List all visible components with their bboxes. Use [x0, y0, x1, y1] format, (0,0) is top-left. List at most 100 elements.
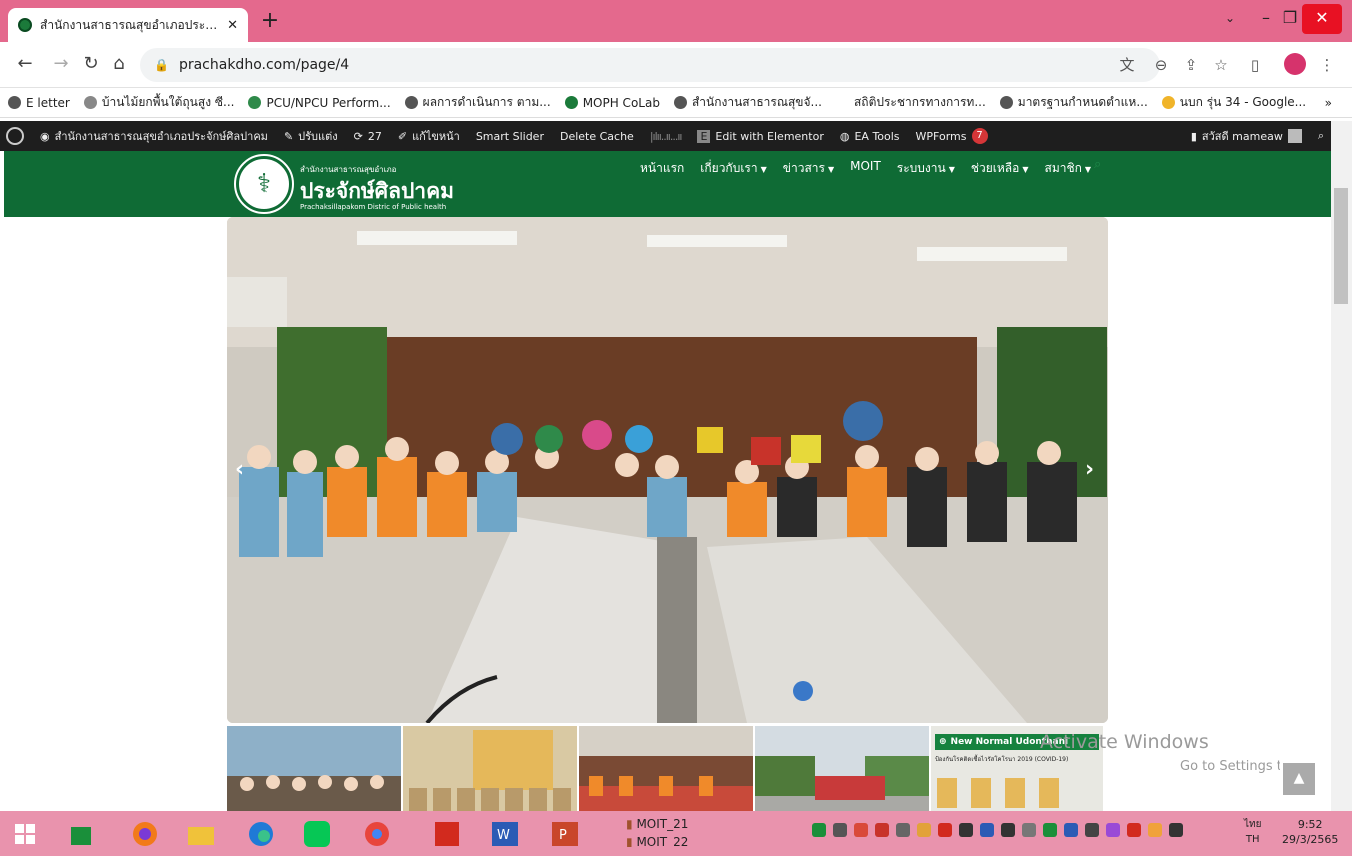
tray-icon[interactable] — [896, 823, 910, 837]
admin-wpforms[interactable]: WPForms 7 — [916, 128, 988, 144]
bookmark-star-icon[interactable]: ☆ — [1210, 54, 1232, 76]
nav-item-label: เกี่ยวกับเรา — [700, 161, 758, 175]
tab-search-chevron-icon[interactable]: ⌄ — [1210, 4, 1250, 34]
bookmark-item[interactable]: สถิติประชากรทางการท... — [835, 93, 986, 112]
profile-avatar[interactable] — [1284, 53, 1306, 75]
nav-search-icon[interactable]: ⌕ — [1094, 157, 1101, 172]
admin-account[interactable]: ▮ สวัสดี mameaw — [1191, 127, 1302, 145]
nav-item-label: ช่วยเหลือ — [970, 161, 1020, 175]
chrome-icon[interactable] — [360, 817, 394, 851]
tray-icon[interactable] — [1022, 823, 1036, 837]
slider-thumb-1[interactable] — [227, 726, 401, 816]
logo-english: Prachaksillapakom Distric of Public heal… — [300, 203, 447, 211]
slider-next-icon[interactable]: › — [1085, 457, 1094, 482]
tray-icon[interactable] — [938, 823, 952, 837]
admin-updates[interactable]: ⟳ 27 — [354, 130, 382, 143]
menu-kebab-icon[interactable]: ⋮ — [1316, 54, 1338, 76]
scroll-to-top-button[interactable]: ▲ — [1283, 763, 1315, 795]
nvidia-tray-icon[interactable] — [812, 823, 826, 837]
admin-ea-tools[interactable]: ◍ EA Tools — [840, 130, 900, 143]
bookmark-item[interactable]: สำนักงานสาธารณสุขจั... — [673, 93, 822, 112]
translate-icon[interactable]: 文 — [1116, 54, 1138, 76]
bookmark-item[interactable]: มาตรฐานกำหนดตำแห... — [999, 93, 1148, 112]
bookmark-item[interactable]: MOPH CoLab — [564, 96, 660, 110]
slider-thumb-4[interactable] — [755, 726, 929, 816]
forward-arrow-icon[interactable]: → — [48, 52, 74, 78]
tray-icon[interactable] — [1085, 823, 1099, 837]
tray-icon[interactable] — [1064, 823, 1078, 837]
reload-icon[interactable]: ↻ — [78, 52, 104, 78]
zoom-icon[interactable]: ⊖ — [1150, 54, 1172, 76]
slide-photo — [227, 217, 1108, 723]
network-icon[interactable] — [959, 823, 973, 837]
edge-icon[interactable] — [244, 817, 278, 851]
new-tab-button[interactable]: + — [258, 10, 282, 34]
slider-thumb-2[interactable] — [403, 726, 577, 816]
word-icon[interactable]: W — [488, 817, 522, 851]
bookmark-favicon-icon — [673, 96, 687, 109]
bookmark-item[interactable]: E letter — [8, 96, 70, 110]
nav-item[interactable]: MOIT — [850, 159, 881, 178]
nav-item[interactable]: สมาชิก ▼ — [1045, 159, 1092, 178]
tray-icon[interactable] — [833, 823, 847, 837]
wordpress-logo-icon[interactable] — [6, 127, 24, 145]
tray-icon[interactable] — [854, 823, 868, 837]
bookmark-item[interactable]: ผลการดำเนินการ ตาม... — [404, 93, 551, 112]
close-window-button[interactable]: ✕ — [1302, 4, 1342, 34]
tray-icon[interactable] — [1148, 823, 1162, 837]
tray-icon[interactable] — [1043, 823, 1057, 837]
nav-item[interactable]: เกี่ยวกับเรา ▼ — [700, 159, 766, 178]
hero-slider: ‹ › — [227, 217, 1108, 723]
bookmark-label: บ้านไม้ยกพื้นใต้ถุนสูง ซี... — [101, 95, 235, 109]
store-icon[interactable] — [64, 817, 98, 851]
taskbar-file-2[interactable]: ▮ MOIT_22 — [626, 833, 688, 847]
bookmarks-more-button[interactable]: » — [1325, 96, 1332, 110]
file-icon: ▮ — [626, 817, 633, 831]
admin-search-icon[interactable]: ⌕ — [1318, 129, 1324, 143]
admin-customize[interactable]: ✎ ปรับแต่ง — [284, 127, 338, 145]
query-monitor-graph-icon[interactable]: |ılıı..ıı...ıı — [650, 130, 683, 143]
powerpoint-icon[interactable]: P — [548, 817, 582, 851]
browser-tab[interactable]: สำนักงานสาธารณสุขอำเภอประจักษ์ศิล ✕ — [8, 8, 248, 42]
language-indicator[interactable]: ไทย TH — [1244, 817, 1261, 847]
acrobat-icon[interactable] — [430, 817, 464, 851]
tray-icon[interactable] — [1106, 823, 1120, 837]
admin-edit-page[interactable]: ✐ แก้ไขหน้า — [398, 127, 460, 145]
windows-start-icon[interactable] — [8, 817, 42, 851]
url-text: prachakdho.com/page/4 — [178, 57, 350, 73]
tray-icon[interactable] — [917, 823, 931, 837]
address-bar[interactable]: 🔒 prachakdho.com/page/4 — [140, 48, 1160, 82]
volume-icon[interactable] — [1001, 823, 1015, 837]
taskbar-file-1[interactable]: ▮ MOIT_21 — [626, 815, 688, 833]
tray-icon[interactable] — [875, 823, 889, 837]
side-panel-icon[interactable]: ▯ — [1244, 54, 1266, 76]
tray-icon[interactable] — [1127, 823, 1141, 837]
admin-site-name[interactable]: ◉ สำนักงานสาธารณสุขอำเภอประจักษ์ศิลปาคม — [40, 127, 268, 145]
taskbar-clock[interactable]: 9:52 29/3/2565 — [1282, 817, 1338, 847]
share-icon[interactable]: ⇪ — [1180, 54, 1202, 76]
bookmark-item[interactable]: บ้านไม้ยกพื้นใต้ถุนสูง ซี... — [83, 93, 235, 112]
slider-prev-icon[interactable]: ‹ — [235, 457, 244, 482]
firefox-icon[interactable] — [128, 817, 162, 851]
bookmark-favicon-icon — [248, 96, 262, 109]
tray-icon[interactable] — [1169, 823, 1183, 837]
nav-item[interactable]: ระบบงาน ▼ — [897, 159, 955, 178]
back-arrow-icon[interactable]: ← — [12, 52, 38, 78]
slider-thumb-3[interactable] — [579, 726, 753, 816]
admin-delete-cache[interactable]: Delete Cache — [560, 130, 634, 143]
site-logo[interactable]: ⚕ — [234, 154, 294, 214]
admin-smart-slider[interactable]: Smart Slider — [476, 130, 544, 143]
scrollbar-thumb[interactable] — [1334, 188, 1348, 304]
browser-toolbar: ← → ↻ ⌂ 🔒 prachakdho.com/page/4 文 ⊖ ⇪ ☆ … — [0, 42, 1352, 88]
nav-item[interactable]: หน้าแรก — [640, 159, 684, 178]
line-app-icon[interactable] — [300, 817, 334, 851]
admin-edit-elementor[interactable]: E Edit with Elementor — [697, 129, 824, 143]
file-explorer-icon[interactable] — [184, 817, 218, 851]
nav-item[interactable]: ข่าวสาร ▼ — [783, 159, 834, 178]
home-icon[interactable]: ⌂ — [106, 52, 132, 78]
tab-close-icon[interactable]: ✕ — [227, 18, 238, 33]
bookmark-item[interactable]: PCU/NPCU Perform... — [248, 96, 391, 110]
bookmark-item[interactable]: นบก รุ่น 34 - Google... — [1161, 93, 1306, 112]
tray-icon[interactable] — [980, 823, 994, 837]
nav-item[interactable]: ช่วยเหลือ ▼ — [971, 159, 1029, 178]
